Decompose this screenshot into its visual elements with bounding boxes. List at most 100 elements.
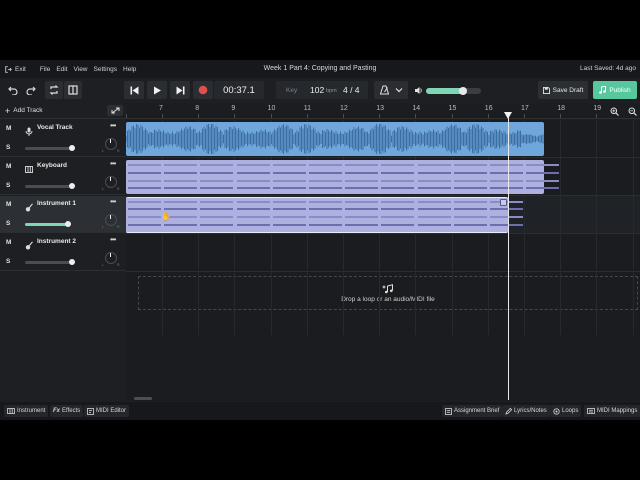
- loops-tab[interactable]: Loops: [550, 405, 582, 417]
- instrument-tab[interactable]: Instrument: [4, 405, 49, 417]
- pan-knob[interactable]: [105, 252, 117, 264]
- grid-line: [632, 120, 634, 335]
- split-view-button[interactable]: [64, 81, 82, 99]
- midi-region-instrument-1[interactable]: ✋: [126, 197, 523, 233]
- solo-button[interactable]: S: [6, 144, 10, 151]
- track-menu-icon[interactable]: •••: [110, 159, 116, 168]
- skip-back-button[interactable]: [124, 81, 144, 99]
- track-name[interactable]: Instrument 2: [37, 238, 76, 245]
- region-loop-handle[interactable]: [500, 199, 507, 206]
- redo-button[interactable]: [22, 81, 39, 99]
- record-button[interactable]: [193, 81, 213, 99]
- pan-knob[interactable]: [105, 176, 117, 188]
- midi-note: [381, 187, 415, 189]
- midi-note: [417, 201, 451, 203]
- edit-menu[interactable]: Edit: [56, 66, 67, 73]
- playhead-marker[interactable]: [504, 112, 512, 119]
- midi-region-keyboard[interactable]: [126, 160, 560, 194]
- track-menu-icon[interactable]: •••: [110, 197, 116, 206]
- track-header[interactable]: M S Instrument 2 ••• L R: [0, 234, 126, 271]
- fx-icon: Fx: [53, 408, 61, 414]
- bpm-unit: bpm: [326, 87, 337, 94]
- midi-note: [381, 208, 415, 210]
- track-lane[interactable]: [126, 234, 640, 272]
- master-volume-knob[interactable]: [459, 87, 468, 95]
- track-volume-slider[interactable]: [25, 147, 72, 150]
- midi-note: [236, 172, 270, 174]
- timeline-ruler[interactable]: 7 8 9 10 11 12 13 14 15 16 17 18 19: [126, 103, 640, 119]
- track-menu-icon[interactable]: •••: [110, 121, 116, 130]
- file-menu[interactable]: File: [40, 66, 50, 73]
- expand-tracks-button[interactable]: [107, 105, 123, 116]
- track-volume-slider[interactable]: [25, 223, 69, 226]
- view-menu[interactable]: View: [74, 66, 88, 73]
- track-volume-knob[interactable]: [68, 145, 75, 151]
- timeline-area[interactable]: Drop a loop or an audio/MIDI file ✋: [126, 120, 640, 400]
- skip-forward-button[interactable]: [170, 81, 190, 99]
- ruler-tick: [415, 114, 417, 118]
- midi-note: [200, 224, 234, 226]
- mute-button[interactable]: M: [6, 239, 11, 246]
- ruler-tick: [596, 114, 598, 118]
- track-menu-icon[interactable]: •••: [110, 235, 116, 244]
- bar-number: 8: [195, 105, 200, 112]
- exit-menu-item[interactable]: Exit: [5, 66, 26, 73]
- daw-app: Exit File Edit View Settings Help Week 1…: [0, 60, 640, 420]
- audio-region-vocal-track[interactable]: [126, 122, 544, 156]
- lyrics-notes-tab[interactable]: Lyrics/Notes: [502, 405, 550, 417]
- solo-button[interactable]: S: [6, 220, 10, 227]
- midi-note: [417, 180, 451, 182]
- drop-zone-text: Drop a loop or an audio/MIDI file: [341, 295, 435, 303]
- time-display: 00:37.1: [214, 81, 264, 99]
- midi-note: [128, 180, 161, 182]
- midi-note: [164, 201, 198, 203]
- track-volume-knob[interactable]: [68, 183, 75, 189]
- midi-note: [309, 187, 342, 189]
- track-volume-knob[interactable]: [65, 221, 72, 227]
- undo-button[interactable]: [4, 81, 21, 99]
- zoom-out-button[interactable]: [625, 105, 639, 117]
- metronome-button[interactable]: [374, 81, 408, 99]
- zoom-in-button[interactable]: [607, 105, 621, 117]
- midi-note: [309, 172, 342, 174]
- pan-knob[interactable]: [105, 138, 117, 150]
- effects-tab[interactable]: Fx Effects: [50, 405, 84, 417]
- settings-menu[interactable]: Settings: [94, 66, 118, 73]
- publish-button[interactable]: Publish: [593, 81, 637, 99]
- midi-mappings-label: MIDI Mappings: [597, 408, 638, 414]
- midi-editor-tab[interactable]: MIDI Editor: [84, 405, 130, 417]
- master-volume[interactable]: [414, 85, 481, 97]
- pan-knob[interactable]: [105, 214, 117, 226]
- bpm-value[interactable]: 102: [310, 85, 324, 95]
- add-track-button[interactable]: + Add Track: [5, 106, 43, 115]
- solo-button[interactable]: S: [6, 258, 10, 265]
- time-signature[interactable]: 4 / 4: [343, 85, 360, 95]
- track-volume-slider[interactable]: [25, 261, 72, 264]
- horizontal-scrollbar[interactable]: [126, 394, 640, 401]
- drop-zone[interactable]: Drop a loop or an audio/MIDI file: [138, 276, 638, 310]
- playhead-line[interactable]: [508, 115, 509, 400]
- help-menu[interactable]: Help: [123, 66, 136, 73]
- play-button[interactable]: [147, 81, 167, 99]
- mute-button[interactable]: M: [6, 163, 11, 170]
- track-volume-slider[interactable]: [25, 185, 72, 188]
- track-header[interactable]: M S Instrument 1 ••• L R: [0, 196, 126, 233]
- bar-number: 11: [303, 105, 312, 112]
- track-name[interactable]: Instrument 1: [37, 200, 76, 207]
- track-header[interactable]: M S Vocal Track ••• L R: [0, 120, 126, 157]
- track-name[interactable]: Vocal Track: [37, 124, 73, 131]
- mute-button[interactable]: M: [6, 125, 11, 132]
- track-header[interactable]: M S Keyboard ••• L R: [0, 158, 126, 195]
- track-name[interactable]: Keyboard: [37, 162, 67, 169]
- bar-number: 17: [521, 105, 529, 112]
- horizontal-scrollbar-thumb[interactable]: [134, 397, 152, 400]
- save-draft-button[interactable]: Save Draft: [538, 81, 588, 99]
- tempo-key-panel[interactable]: Key 102 bpm 4 / 4: [276, 81, 368, 99]
- solo-button[interactable]: S: [6, 182, 10, 189]
- loop-button[interactable]: [45, 81, 63, 99]
- midi-mappings-tab[interactable]: MIDI Mappings: [584, 405, 640, 417]
- assignment-brief-tab[interactable]: Assignment Brief: [442, 405, 503, 417]
- mute-button[interactable]: M: [6, 201, 11, 208]
- master-volume-track[interactable]: [426, 87, 481, 95]
- track-volume-knob[interactable]: [68, 259, 75, 265]
